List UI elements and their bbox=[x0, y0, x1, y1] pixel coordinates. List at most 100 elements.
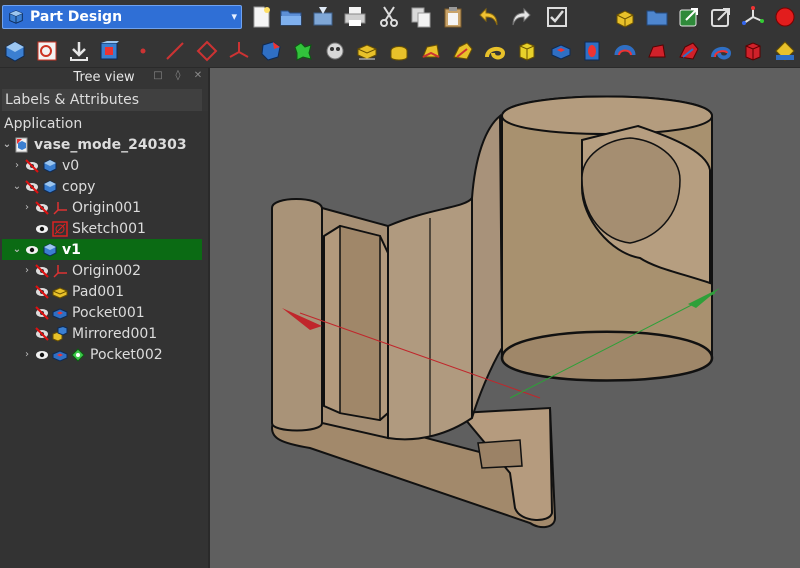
groove-icon[interactable] bbox=[612, 38, 638, 64]
additive-loft-icon[interactable] bbox=[418, 38, 444, 64]
origin-icon bbox=[53, 201, 67, 215]
chevron-right-icon[interactable]: › bbox=[22, 349, 32, 360]
new-file-icon[interactable] bbox=[248, 4, 274, 30]
tree-item-mirrored001[interactable]: Mirrored001 bbox=[2, 323, 202, 344]
hole-icon[interactable] bbox=[580, 38, 606, 64]
tree-item-document[interactable]: ⌄ vase_mode_240303 bbox=[2, 134, 202, 155]
model-cylinder-bottom bbox=[500, 330, 714, 382]
pocket-icon bbox=[52, 307, 68, 320]
additive-box-icon[interactable] bbox=[514, 38, 540, 64]
link-actions-icon[interactable] bbox=[708, 4, 734, 30]
chevron-down-icon[interactable]: ⌄ bbox=[12, 244, 22, 255]
tree-view-panel: Tree view □ ◊ ✕ Labels & Attributes Appl… bbox=[0, 68, 208, 568]
restore-panel-icon[interactable]: ◊ bbox=[172, 70, 184, 82]
hidden-eye-icon[interactable] bbox=[24, 179, 40, 195]
hidden-eye-icon[interactable] bbox=[34, 305, 50, 321]
refresh-icon[interactable] bbox=[544, 4, 570, 30]
datum-point-icon[interactable] bbox=[130, 38, 156, 64]
create-group-icon[interactable] bbox=[644, 4, 670, 30]
tree-item-label: v0 bbox=[62, 157, 80, 174]
local-coordinate-icon[interactable] bbox=[226, 38, 252, 64]
3d-model-view[interactable] bbox=[210, 68, 800, 568]
pad-icon[interactable] bbox=[354, 38, 380, 64]
additive-helix-icon[interactable] bbox=[482, 38, 508, 64]
chevron-down-icon[interactable]: ⌄ bbox=[2, 139, 12, 150]
chevron-right-icon[interactable]: › bbox=[22, 265, 32, 276]
tree-item-copy[interactable]: ⌄ copy bbox=[2, 176, 202, 197]
visible-eye-icon[interactable] bbox=[34, 347, 50, 363]
hidden-eye-icon[interactable] bbox=[24, 158, 40, 174]
column-header[interactable]: Labels & Attributes bbox=[2, 89, 202, 111]
chevron-down-icon[interactable]: ⌄ bbox=[12, 181, 22, 192]
cut-icon[interactable] bbox=[376, 4, 402, 30]
origin-icon bbox=[53, 264, 67, 278]
subtractive-helix-icon[interactable] bbox=[708, 38, 734, 64]
tree-item-label: Pad001 bbox=[72, 283, 125, 300]
section-label: Application bbox=[4, 115, 83, 132]
model-cylinder-rim bbox=[500, 95, 714, 135]
chevron-down-icon: ▾ bbox=[231, 10, 237, 23]
chevron-right-icon[interactable]: › bbox=[12, 160, 22, 171]
datum-plane-icon[interactable] bbox=[194, 38, 220, 64]
subtractive-loft-icon[interactable] bbox=[644, 38, 670, 64]
create-part-icon[interactable] bbox=[612, 4, 638, 30]
float-panel-icon[interactable]: □ bbox=[152, 70, 164, 82]
workbench-label: Part Design bbox=[30, 9, 123, 25]
tree-section-application[interactable]: Application bbox=[2, 113, 202, 134]
sub-shape-binder-icon[interactable] bbox=[258, 38, 284, 64]
pocket-icon[interactable] bbox=[548, 38, 574, 64]
sprocket-icon[interactable] bbox=[322, 38, 348, 64]
tree-item-pad001[interactable]: Pad001 bbox=[2, 281, 202, 302]
tree-item-sketch001[interactable]: Sketch001 bbox=[2, 218, 202, 239]
model-curve-wall bbox=[471, 113, 504, 419]
tree-list[interactable]: Application ⌄ vase_mode_240303 › v0 ⌄ co… bbox=[0, 111, 208, 568]
tree-item-pocket001[interactable]: Pocket001 bbox=[2, 302, 202, 323]
create-sketch-icon[interactable] bbox=[34, 38, 60, 64]
close-icon[interactable]: ✕ bbox=[192, 70, 204, 82]
hidden-eye-icon[interactable] bbox=[34, 326, 50, 342]
paste-icon[interactable] bbox=[440, 4, 466, 30]
visible-eye-icon[interactable] bbox=[34, 221, 50, 237]
tree-item-v0[interactable]: › v0 bbox=[2, 155, 202, 176]
panel-title: Tree view bbox=[73, 69, 135, 85]
subtractive-box-icon[interactable] bbox=[740, 38, 766, 64]
tree-item-origin001[interactable]: › Origin001 bbox=[2, 197, 202, 218]
hidden-eye-icon[interactable] bbox=[34, 200, 50, 216]
create-body-icon[interactable] bbox=[2, 38, 28, 64]
tree-item-pocket002[interactable]: › Pocket002 bbox=[2, 344, 202, 365]
body-icon bbox=[43, 158, 57, 173]
copy-icon[interactable] bbox=[408, 4, 434, 30]
document-icon bbox=[15, 137, 28, 152]
3d-viewport[interactable] bbox=[210, 68, 800, 568]
additive-pipe-icon[interactable] bbox=[450, 38, 476, 64]
axis-cross-icon[interactable] bbox=[740, 4, 766, 30]
measure-icon[interactable] bbox=[772, 38, 798, 64]
visible-eye-icon[interactable] bbox=[24, 242, 40, 258]
redo-icon[interactable] bbox=[508, 4, 534, 30]
link-icon[interactable] bbox=[676, 4, 702, 30]
record-macro-icon[interactable] bbox=[772, 4, 798, 30]
subtractive-pipe-icon[interactable] bbox=[676, 38, 702, 64]
open-folder-icon[interactable] bbox=[278, 4, 304, 30]
tree-item-origin002[interactable]: › Origin002 bbox=[2, 260, 202, 281]
panel-header: Tree view □ ◊ ✕ bbox=[0, 68, 208, 86]
tip-marker-icon bbox=[71, 347, 85, 362]
hidden-eye-icon[interactable] bbox=[34, 284, 50, 300]
save-icon[interactable] bbox=[310, 4, 336, 30]
part-design-icon bbox=[9, 10, 23, 24]
undo-icon[interactable] bbox=[476, 4, 502, 30]
revolution-icon[interactable] bbox=[386, 38, 412, 64]
tree-item-label: Origin002 bbox=[72, 262, 142, 279]
shape-binder-icon[interactable] bbox=[96, 38, 122, 64]
validate-sketch-icon[interactable] bbox=[66, 38, 92, 64]
chevron-right-icon[interactable]: › bbox=[22, 202, 32, 213]
model-left-pocket-floor bbox=[339, 225, 381, 421]
tree-item-v1[interactable]: ⌄ v1 bbox=[2, 239, 202, 260]
workbench-selector[interactable]: Part Design ▾ bbox=[2, 5, 242, 29]
clone-icon[interactable] bbox=[290, 38, 316, 64]
print-icon[interactable] bbox=[342, 4, 368, 30]
pad-icon bbox=[52, 286, 68, 299]
hidden-eye-icon[interactable] bbox=[34, 263, 50, 279]
body-icon bbox=[43, 179, 57, 194]
datum-line-icon[interactable] bbox=[162, 38, 188, 64]
